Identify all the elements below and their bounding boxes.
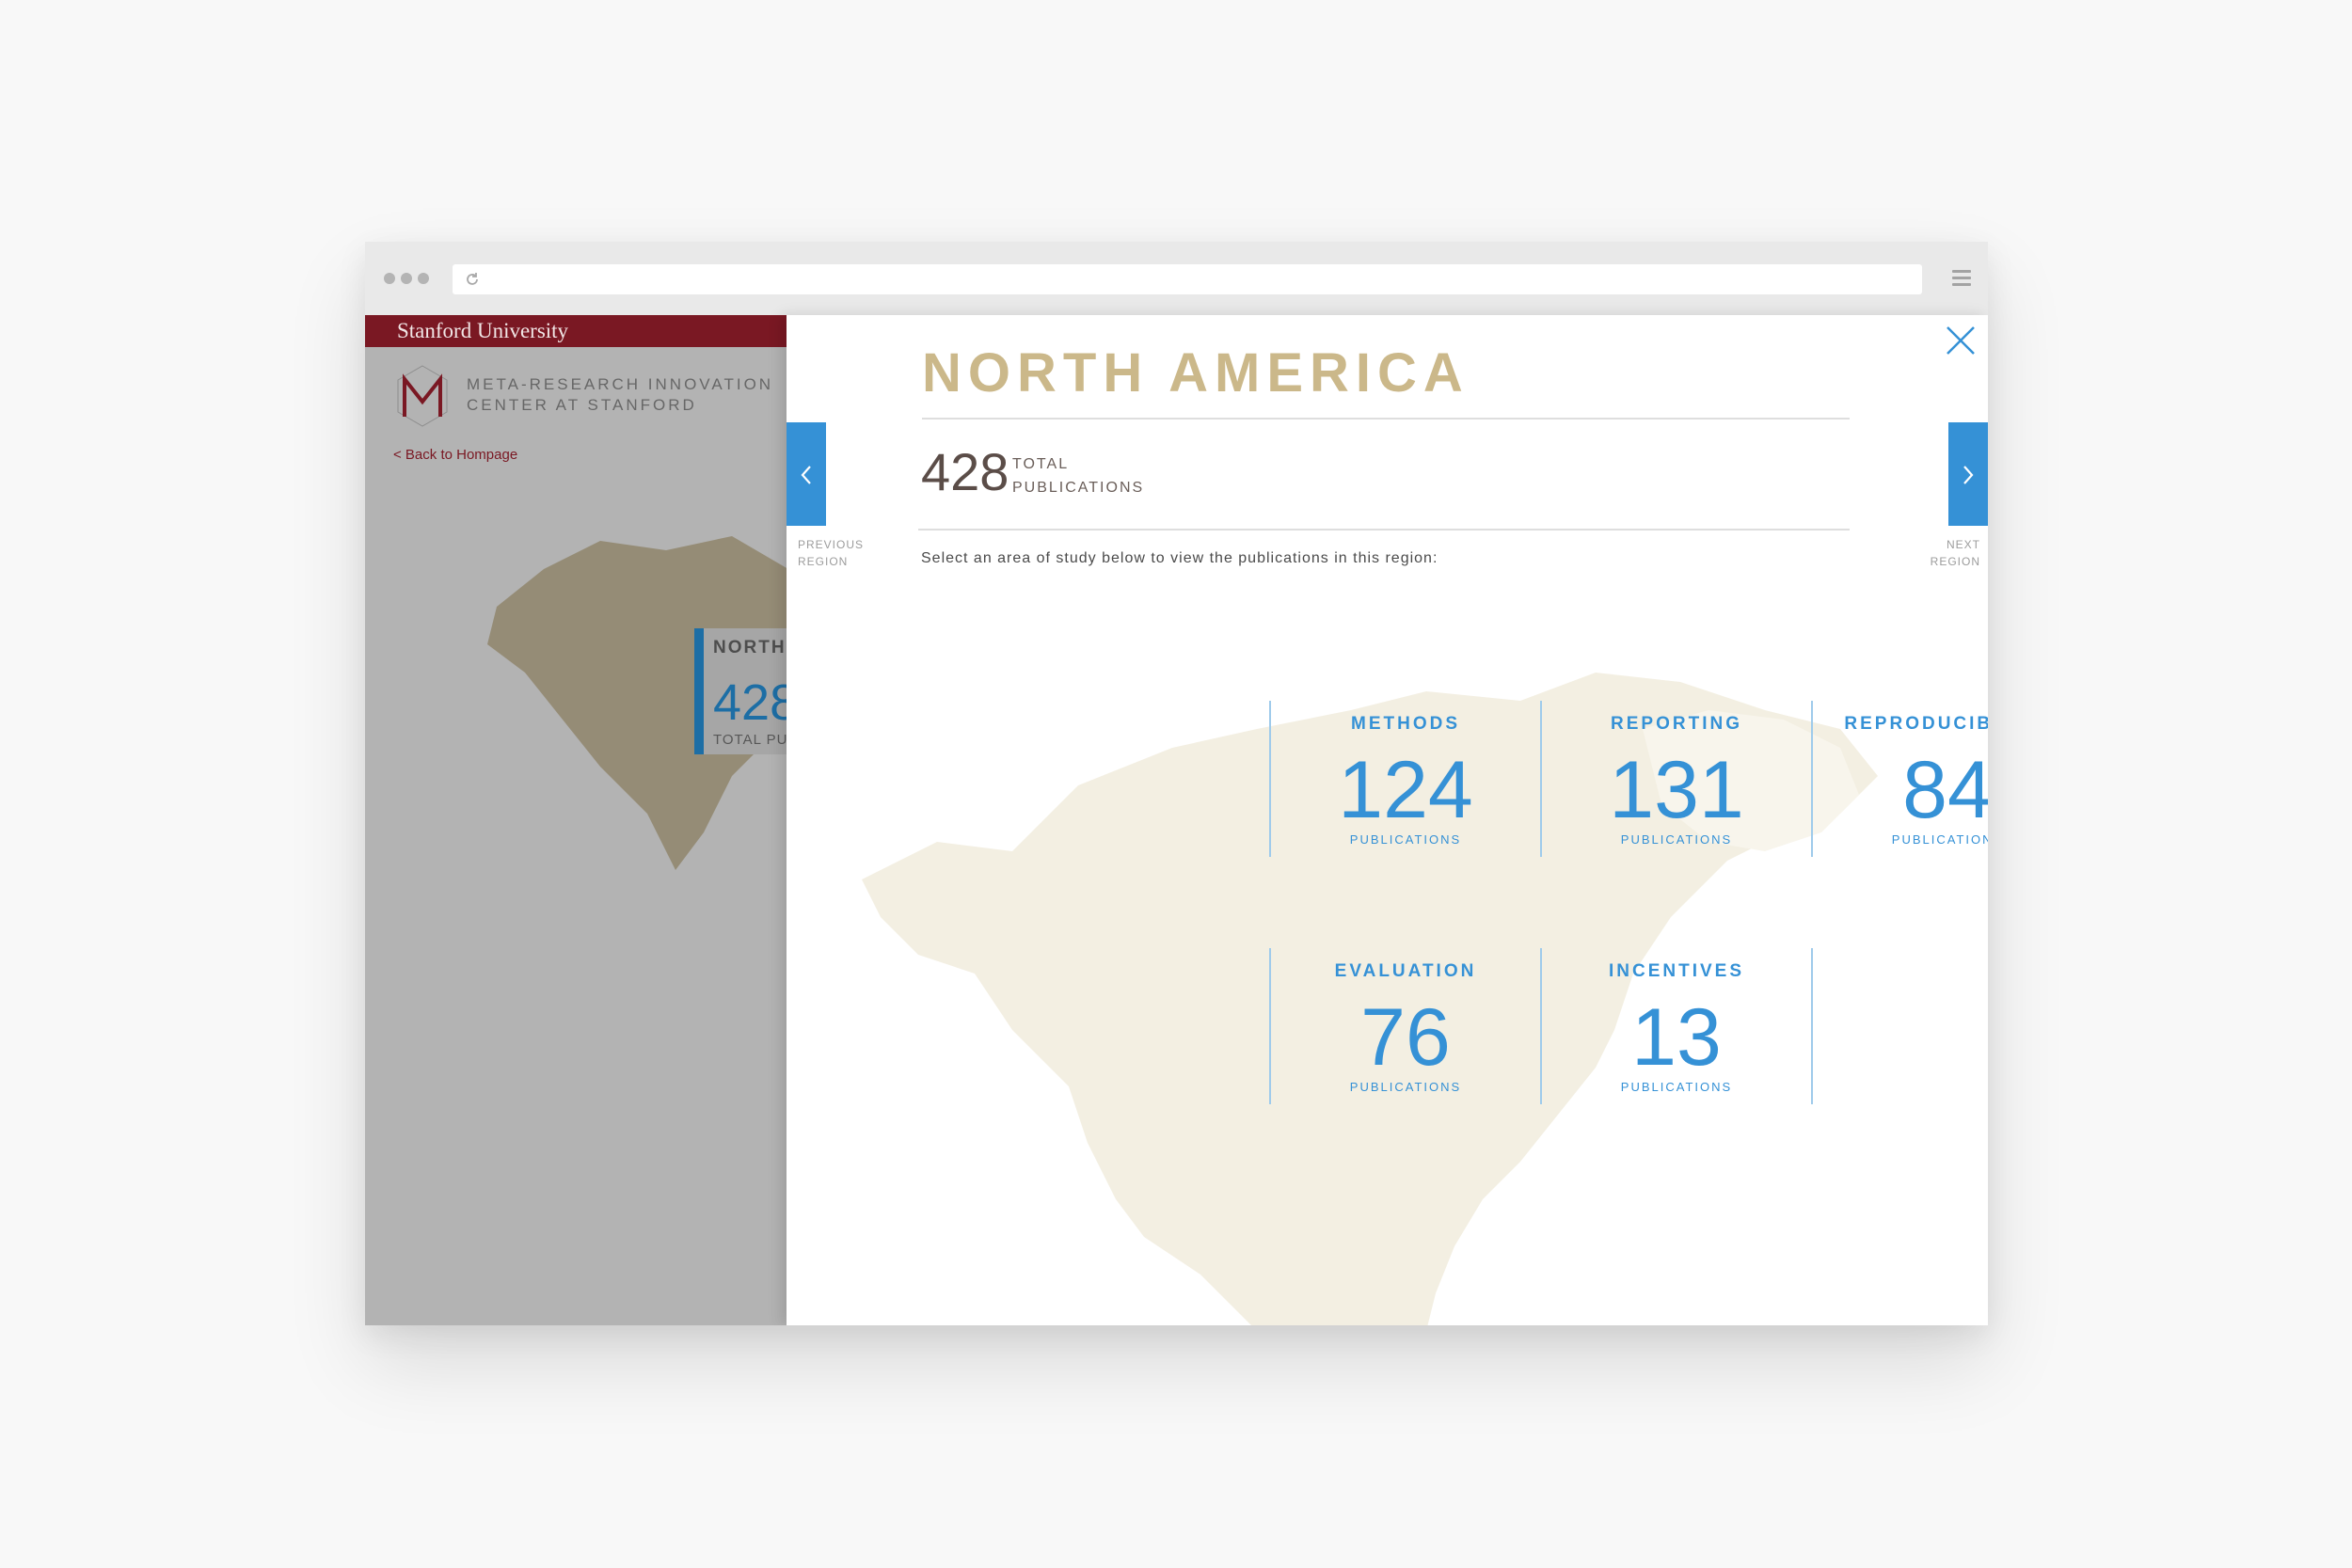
title-divider (922, 418, 1850, 420)
stanford-header-bar: Stanford University (365, 315, 787, 347)
study-area-count: 131 (1609, 745, 1744, 835)
study-area-name: METHODS (1351, 714, 1460, 734)
region-card-label: TOTAL PUB (713, 732, 787, 748)
back-to-homepage-link[interactable]: < Back to Hompage (393, 447, 517, 463)
university-name[interactable]: Stanford University (397, 319, 568, 343)
study-area-name: REPORTING (1611, 714, 1742, 734)
study-area-tile-reproducibility[interactable]: REPRODUCIBILITY 84 PUBLICATIONS (1811, 701, 1988, 857)
region-title: NORTH AMERICA (922, 342, 1470, 404)
window-controls (384, 273, 429, 284)
total-label-line2: PUBLICATIONS (1012, 480, 1145, 496)
study-area-unit: PUBLICATIONS (1349, 1080, 1462, 1094)
study-area-unit: PUBLICATIONS (1620, 1080, 1733, 1094)
hamburger-menu-icon[interactable] (1952, 270, 1971, 287)
close-icon[interactable] (1945, 325, 1977, 356)
window-dot[interactable] (418, 273, 429, 284)
study-area-tile-incentives[interactable]: INCENTIVES 13 PUBLICATIONS (1540, 948, 1813, 1104)
region-card-north-america[interactable]: NORTH 428 TOTAL PUB (694, 628, 787, 754)
reload-icon[interactable] (464, 271, 481, 288)
chevron-left-icon (801, 466, 811, 484)
org-name: META-RESEARCH INNOVATION CENTER AT STANF… (467, 374, 773, 416)
previous-region-button[interactable] (787, 422, 826, 526)
total-label-line1: TOTAL (1012, 456, 1070, 472)
next-region-button[interactable] (1948, 422, 1988, 526)
study-area-tile-evaluation[interactable]: EVALUATION 76 PUBLICATIONS (1269, 948, 1540, 1104)
window-dot[interactable] (401, 273, 412, 284)
total-divider (918, 529, 1850, 531)
study-area-unit: PUBLICATIONS (1620, 832, 1733, 847)
study-area-tile-reporting[interactable]: REPORTING 131 PUBLICATIONS (1540, 701, 1811, 857)
org-name-line2: CENTER AT STANFORD (467, 396, 697, 414)
region-detail-panel: NORTH AMERICA 428 TOTAL PUBLICATIONS Sel… (787, 315, 1988, 1325)
region-card-count: 428 (713, 674, 787, 731)
mirc-logo-icon[interactable] (395, 364, 450, 428)
prev-caption-line2: REGION (798, 555, 849, 568)
next-caption-line2: REGION (1930, 555, 1980, 568)
study-area-unit: PUBLICATIONS (1891, 832, 1988, 847)
address-bar[interactable] (453, 264, 1922, 294)
org-name-line1: META-RESEARCH INNOVATION (467, 375, 774, 393)
previous-region-caption: PREVIOUS REGION (798, 536, 864, 570)
study-area-name: REPRODUCIBILITY (1844, 714, 1988, 734)
study-area-name: EVALUATION (1334, 961, 1477, 981)
background-page: Stanford University META-RESEARCH INNOVA… (365, 315, 787, 1325)
browser-window: Stanford University META-RESEARCH INNOVA… (365, 242, 1988, 1325)
next-caption-line1: NEXT (1946, 538, 1980, 551)
browser-chrome (365, 242, 1988, 316)
total-publications-count: 428 (921, 442, 1009, 501)
next-region-caption: NEXT REGION (1931, 536, 1980, 570)
study-area-count: 76 (1360, 992, 1451, 1083)
total-publications-label: TOTAL PUBLICATIONS (1012, 452, 1144, 499)
study-area-count: 124 (1338, 745, 1473, 835)
chevron-right-icon (1963, 466, 1974, 484)
instruction-text: Select an area of study below to view th… (921, 550, 1438, 566)
window-dot[interactable] (384, 273, 395, 284)
region-card-title: NORTH (713, 638, 787, 657)
study-area-count: 13 (1631, 992, 1722, 1083)
study-area-tile-methods[interactable]: METHODS 124 PUBLICATIONS (1269, 701, 1540, 857)
prev-caption-line1: PREVIOUS (798, 538, 865, 551)
study-area-name: INCENTIVES (1608, 961, 1745, 981)
study-area-unit: PUBLICATIONS (1349, 832, 1462, 847)
study-area-count: 84 (1902, 745, 1988, 835)
